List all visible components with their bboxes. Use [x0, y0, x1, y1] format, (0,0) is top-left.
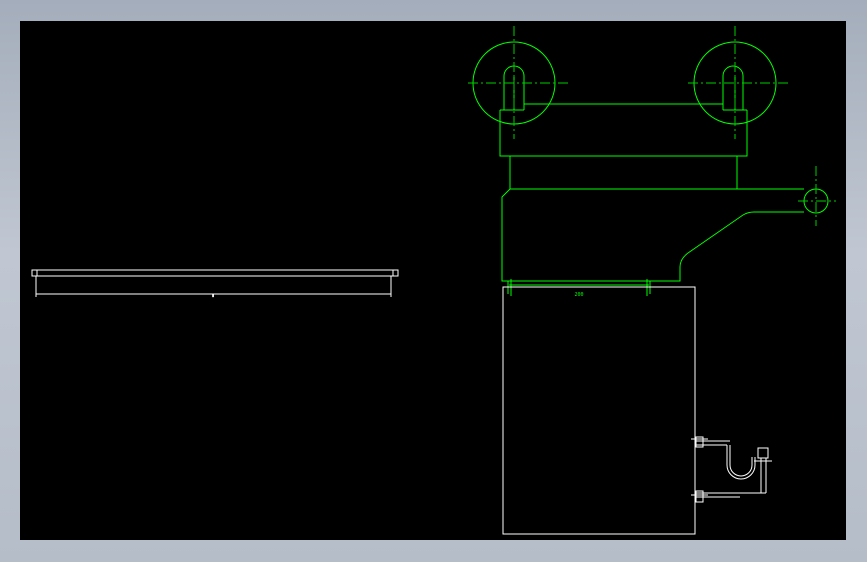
- centerlines: [468, 26, 836, 226]
- left-dimension-label: ▮: [211, 292, 215, 299]
- lower-panel: [502, 286, 772, 535]
- right-front-view: [472, 41, 829, 296]
- main-body-outline: [501, 188, 804, 282]
- u-hook: [726, 445, 756, 480]
- bar-body: [31, 269, 399, 277]
- drawing-canvas[interactable]: ▮ 200: [20, 21, 846, 540]
- right-dimension-label: 200: [574, 292, 583, 298]
- panel-rect: [502, 286, 696, 535]
- right-pulley-slot: [722, 65, 744, 110]
- window-frame: ▮ 200: [0, 0, 867, 562]
- left-side-view: [31, 269, 399, 297]
- cad-model-space[interactable]: ▮ 200: [20, 21, 846, 540]
- hook-bolt: [757, 447, 769, 459]
